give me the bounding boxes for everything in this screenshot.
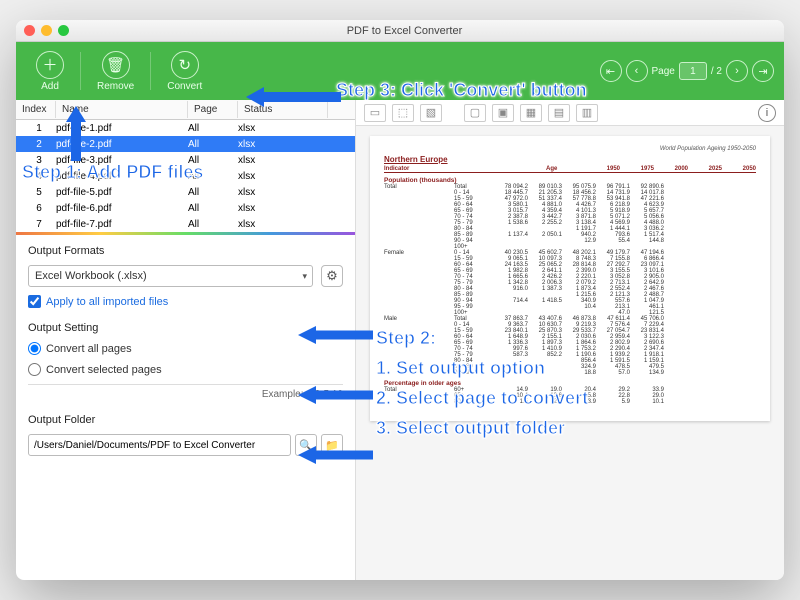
page-total: / 2 bbox=[711, 66, 722, 77]
table-row[interactable]: 4pdf-file-4.pdfAllxlsx bbox=[16, 168, 355, 184]
col-status[interactable]: Status bbox=[238, 101, 328, 118]
table-row[interactable]: 3pdf-file-3.pdfAllxlsx bbox=[16, 152, 355, 168]
output-setting-title: Output Setting bbox=[28, 322, 343, 334]
convert-all-radio[interactable]: Convert all pages bbox=[28, 342, 343, 355]
convert-button[interactable]: ↻ Convert bbox=[157, 47, 212, 96]
preview-toolbar: ▭ ⬚ ▧ ▢ ▣ ▦ ▤ ▥ i bbox=[356, 100, 784, 126]
magnifier-folder-icon: 🔍 bbox=[299, 439, 313, 452]
close-icon[interactable] bbox=[24, 25, 35, 36]
gear-icon: ⚙ bbox=[326, 268, 338, 284]
open-folder-button[interactable]: 🔍 bbox=[295, 434, 317, 456]
col-name[interactable]: Name bbox=[56, 101, 188, 118]
content: Index Name Page Status 1pdf-file-1.pdfAl… bbox=[16, 100, 784, 580]
window-controls bbox=[24, 25, 69, 36]
convert-selected-radio[interactable]: Convert selected pages bbox=[28, 363, 343, 376]
col-page[interactable]: Page bbox=[188, 101, 238, 118]
page-nav: ⇤ ‹ Page 1 / 2 › ⇥ bbox=[600, 60, 774, 82]
window-title: PDF to Excel Converter bbox=[69, 25, 740, 37]
fit-page-button[interactable]: ▭ bbox=[364, 104, 386, 122]
fit-width-button[interactable]: ⬚ bbox=[392, 104, 414, 122]
format-select[interactable]: Excel Workbook (.xlsx) bbox=[28, 265, 313, 287]
apply-all-checkbox[interactable]: Apply to all imported files bbox=[28, 295, 343, 308]
minimize-icon[interactable] bbox=[41, 25, 52, 36]
toolbar: ＋ Add 🗑 Remove ↻ Convert ⇤ ‹ Page 1 / 2 … bbox=[16, 42, 784, 100]
table-row[interactable]: 5pdf-file-5.pdfAllxlsx bbox=[16, 184, 355, 200]
crop-tool-button[interactable]: ▣ bbox=[492, 104, 514, 122]
page-current[interactable]: 1 bbox=[679, 62, 707, 80]
first-page-button[interactable]: ⇤ bbox=[600, 60, 622, 82]
plus-icon: ＋ bbox=[36, 51, 64, 79]
last-page-button[interactable]: ⇥ bbox=[752, 60, 774, 82]
output-formats-title: Output Formats bbox=[28, 245, 343, 257]
format-settings-button[interactable]: ⚙ bbox=[321, 265, 343, 287]
output-folder-title: Output Folder bbox=[28, 414, 343, 426]
table-row[interactable]: 6pdf-file-6.pdfAllxlsx bbox=[16, 200, 355, 216]
remove-button[interactable]: 🗑 Remove bbox=[87, 47, 144, 96]
page-label: Page bbox=[652, 66, 675, 77]
preview-panel: ▭ ⬚ ▧ ▢ ▣ ▦ ▤ ▥ i World Population Agein… bbox=[356, 100, 784, 580]
preview-body[interactable]: World Population Ageing 1950-2050Norther… bbox=[356, 126, 784, 580]
grid-tool-button[interactable]: ▤ bbox=[548, 104, 570, 122]
columns-tool-button[interactable]: ▥ bbox=[576, 104, 598, 122]
prev-page-button[interactable]: ‹ bbox=[626, 60, 648, 82]
titlebar: PDF to Excel Converter bbox=[16, 20, 784, 42]
page-preview: World Population Ageing 1950-2050Norther… bbox=[370, 136, 770, 421]
zoom-icon[interactable] bbox=[58, 25, 69, 36]
page-range-example: Example: 1,3-5,10 bbox=[28, 384, 343, 400]
info-button[interactable]: i bbox=[758, 104, 776, 122]
folder-icon: 📁 bbox=[325, 439, 339, 452]
file-list[interactable]: 1pdf-file-1.pdfAllxlsx2pdf-file-2.pdfAll… bbox=[16, 120, 355, 232]
next-page-button[interactable]: › bbox=[726, 60, 748, 82]
file-list-header: Index Name Page Status bbox=[16, 100, 355, 120]
table-row[interactable]: 1pdf-file-1.pdfAllxlsx bbox=[16, 120, 355, 136]
add-button[interactable]: ＋ Add bbox=[26, 47, 74, 96]
info-icon: i bbox=[766, 107, 768, 119]
trash-icon: 🗑 bbox=[102, 51, 130, 79]
browse-folder-button[interactable]: 📁 bbox=[321, 434, 343, 456]
zoom-tool-button[interactable]: ▧ bbox=[420, 104, 442, 122]
output-folder-input[interactable] bbox=[28, 434, 291, 456]
table-tool-button[interactable]: ▦ bbox=[520, 104, 542, 122]
settings-panel: Output Formats Excel Workbook (.xlsx) ⚙ … bbox=[16, 235, 355, 580]
refresh-icon: ↻ bbox=[171, 51, 199, 79]
table-row[interactable]: 2pdf-file-2.pdfAllxlsx bbox=[16, 136, 355, 152]
table-row[interactable]: 7pdf-file-7.pdfAllxlsx bbox=[16, 216, 355, 232]
app-window: PDF to Excel Converter ＋ Add 🗑 Remove ↻ … bbox=[16, 20, 784, 580]
left-panel: Index Name Page Status 1pdf-file-1.pdfAl… bbox=[16, 100, 356, 580]
select-tool-button[interactable]: ▢ bbox=[464, 104, 486, 122]
col-index[interactable]: Index bbox=[16, 101, 56, 118]
